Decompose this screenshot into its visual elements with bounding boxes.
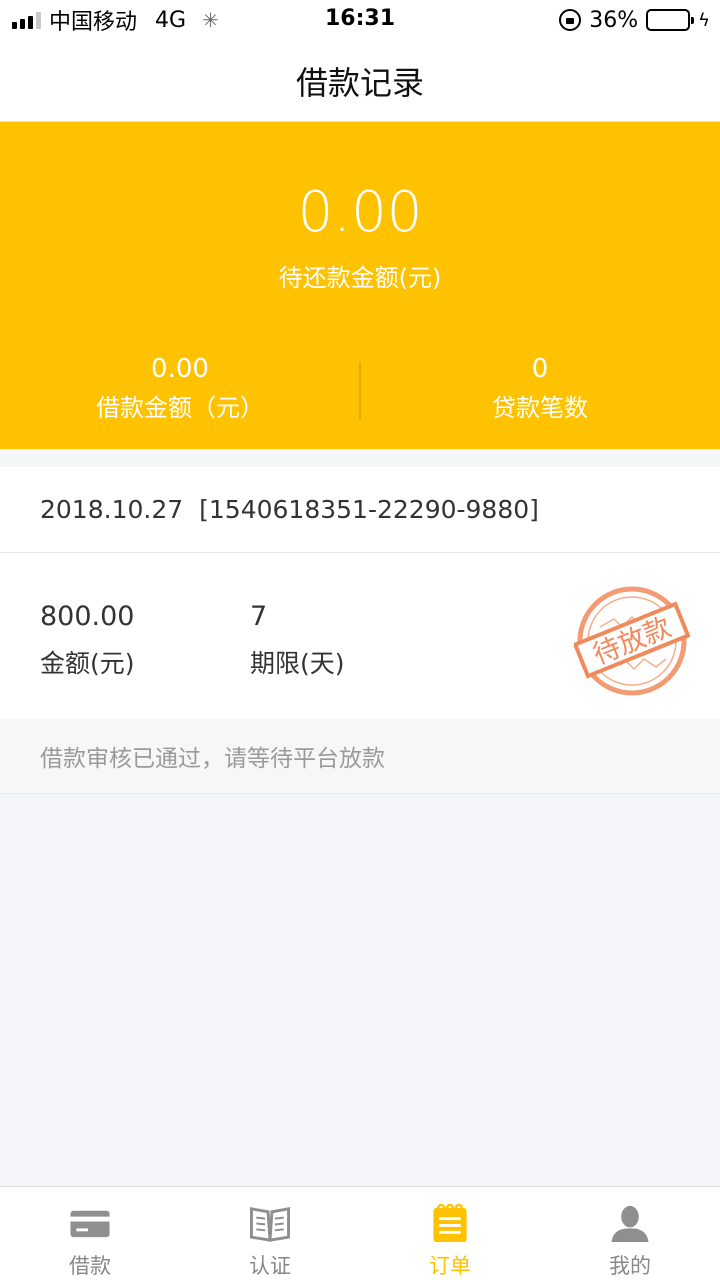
loan-count-label: 贷款笔数 bbox=[492, 394, 588, 422]
tab-mine-label: 我的 bbox=[609, 1254, 651, 1278]
tab-borrow[interactable]: 借款 bbox=[0, 1187, 180, 1280]
rotation-lock-icon bbox=[559, 9, 582, 31]
status-right: 36% ϟ bbox=[559, 0, 710, 40]
tab-verify[interactable]: 认证 bbox=[180, 1187, 360, 1280]
loan-count-value: 0 bbox=[531, 354, 549, 384]
tab-orders-label: 订单 bbox=[429, 1254, 471, 1278]
book-icon bbox=[249, 1207, 291, 1242]
tab-bar: 借款 认证 订单 我的 bbox=[0, 1186, 720, 1280]
tab-orders[interactable]: 订单 bbox=[360, 1187, 540, 1280]
pending-disbursement-stamp: 待放款 bbox=[574, 586, 690, 696]
record-amount: 800.00 金额(元) bbox=[40, 601, 135, 680]
record-amount-value: 800.00 bbox=[40, 601, 135, 632]
record-order-number: [1540618351-22290-9880] bbox=[199, 495, 539, 524]
card-icon bbox=[70, 1210, 110, 1238]
tab-borrow-label: 借款 bbox=[69, 1254, 111, 1278]
record-term-label: 期限(天) bbox=[250, 649, 345, 678]
charging-bolt-icon: ϟ bbox=[698, 9, 710, 31]
battery-percent: 36% bbox=[589, 7, 639, 33]
loan-count-stat: 0 贷款笔数 bbox=[360, 354, 720, 423]
record-amount-label: 金额(元) bbox=[40, 649, 135, 678]
summary-panel: 0.00 待还款金额(元) 0.00 借款金额（元） 0 贷款笔数 bbox=[0, 122, 720, 449]
record-status-note: 借款审核已通过，请等待平台放款 bbox=[0, 719, 720, 794]
battery-icon bbox=[646, 9, 695, 31]
loan-amount-stat: 0.00 借款金额（元） bbox=[0, 354, 360, 423]
loan-amount-value: 0.00 bbox=[151, 354, 209, 384]
loan-amount-label: 借款金额（元） bbox=[96, 394, 264, 422]
page-title: 借款记录 bbox=[295, 63, 424, 102]
nav-bar: 借款记录 bbox=[0, 40, 720, 122]
tab-verify-label: 认证 bbox=[249, 1254, 291, 1278]
person-icon bbox=[611, 1205, 649, 1243]
notepad-icon bbox=[433, 1203, 467, 1243]
tab-mine[interactable]: 我的 bbox=[540, 1187, 720, 1280]
record-term: 7 期限(天) bbox=[250, 601, 345, 680]
record-term-value: 7 bbox=[250, 601, 268, 632]
record-header[interactable]: 2018.10.27 [1540618351-22290-9880] bbox=[0, 467, 720, 553]
record-date: 2018.10.27 bbox=[40, 495, 184, 524]
pending-repayment-amount: 0.00 bbox=[297, 180, 423, 245]
status-bar: 中国移动 4G ✳ 16:31 36% ϟ bbox=[0, 0, 720, 40]
pending-repayment-label: 待还款金额(元) bbox=[278, 264, 442, 292]
